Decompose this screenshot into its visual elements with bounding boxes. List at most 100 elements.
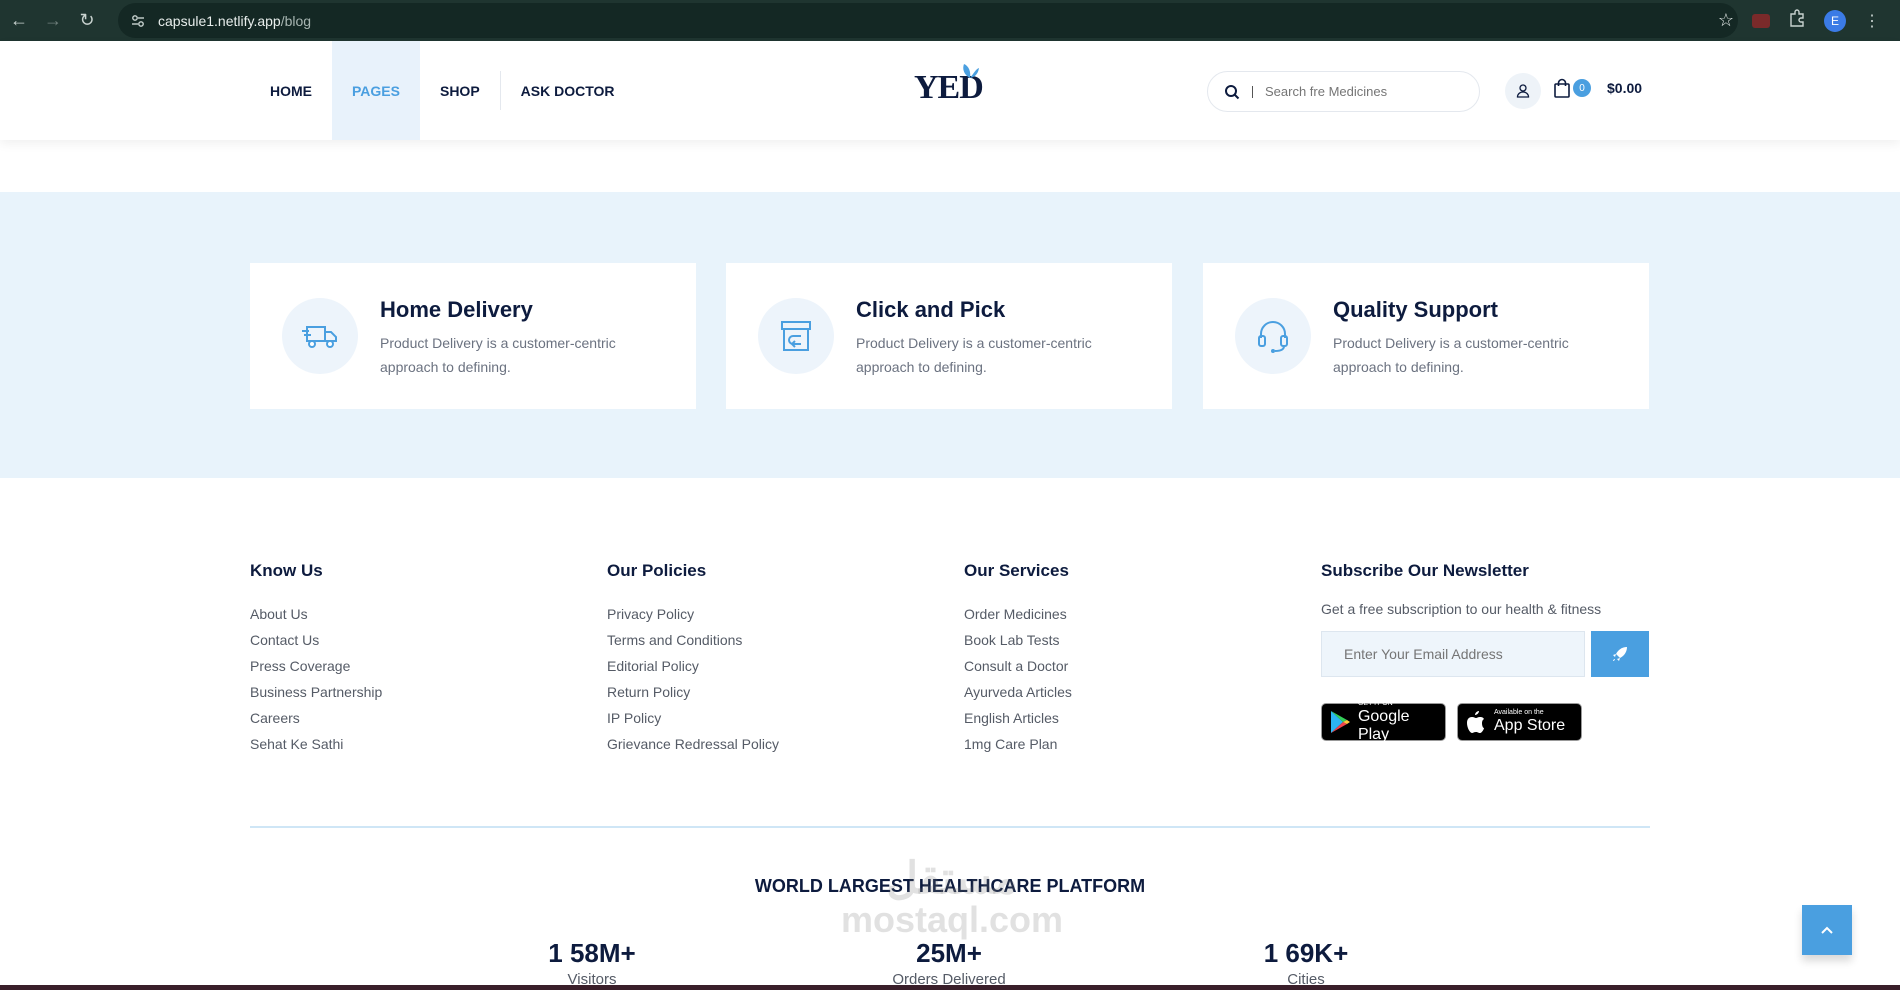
- stat-cities: 1 69K+ Cities: [1206, 938, 1406, 988]
- feature-title: Home Delivery: [380, 297, 533, 322]
- reload-icon[interactable]: ↻: [70, 4, 104, 38]
- cart-total: $0.00: [1607, 80, 1643, 96]
- scroll-to-top-button[interactable]: [1802, 905, 1852, 955]
- google-play-small-text: GET IT ON: [1357, 700, 1393, 707]
- feature-description: Product Delivery is a customer-centric a…: [856, 335, 1092, 375]
- footer-link-contact-us[interactable]: Contact Us: [250, 627, 382, 653]
- feature-card-click-and-pick: Click and Pick Product Delivery is a cus…: [726, 263, 1172, 409]
- rocket-icon: [1613, 647, 1627, 661]
- feature-description: Product Delivery is a customer-centric a…: [380, 335, 616, 375]
- footer-link-book-lab-tests[interactable]: Book Lab Tests: [964, 627, 1072, 653]
- profile-avatar[interactable]: E: [1824, 9, 1846, 32]
- google-play-icon: [1322, 710, 1358, 734]
- footer-link-grievance-policy[interactable]: Grievance Redressal Policy: [607, 731, 779, 757]
- browser-menu-icon[interactable]: ⋮: [1864, 11, 1880, 31]
- footer-divider: [250, 826, 1650, 828]
- nav-shop[interactable]: SHOP: [420, 41, 500, 140]
- cart-button[interactable]: 0 $0.00: [1553, 78, 1642, 98]
- features-section: Home Delivery Product Delivery is a cust…: [0, 192, 1900, 478]
- app-store-small-text: Available on the: [1494, 709, 1544, 716]
- footer-link-about-us[interactable]: About Us: [250, 601, 382, 627]
- headset-icon: [1258, 321, 1288, 353]
- feature-title: Click and Pick: [856, 297, 1006, 322]
- stat-number: 25M+: [916, 938, 982, 968]
- bottom-edge: [0, 985, 1900, 990]
- cart-count-badge: 0: [1573, 79, 1591, 97]
- site-logo[interactable]: YED: [914, 64, 984, 107]
- watermark-arabic: مستقل: [886, 854, 1018, 903]
- feature-card-home-delivery: Home Delivery Product Delivery is a cust…: [250, 263, 696, 409]
- feature-card-quality-support: Quality Support Product Delivery is a cu…: [1203, 263, 1649, 409]
- apple-icon: [1458, 710, 1494, 734]
- url-host: capsule1.netlify.app: [158, 12, 281, 29]
- footer-our-services: Our Services Order Medicines Book Lab Te…: [964, 561, 1072, 757]
- shopping-bag-icon: [1554, 78, 1570, 98]
- address-bar[interactable]: capsule1.netlify.app/blog: [118, 3, 1738, 38]
- browser-toolbar: ← → ↻ capsule1.netlify.app/blog ☆ E ⋮: [0, 0, 1900, 41]
- footer-column-title: Our Policies: [607, 561, 707, 580]
- site-settings-icon[interactable]: [124, 7, 152, 35]
- footer-link-editorial-policy[interactable]: Editorial Policy: [607, 653, 779, 679]
- app-store-badge[interactable]: Available on the App Store: [1457, 703, 1582, 741]
- feature-icon-circle: [758, 298, 834, 374]
- leaf-icon: [963, 64, 979, 78]
- google-play-big-text: Google Play: [1357, 708, 1410, 743]
- app-store-big-text: App Store: [1494, 717, 1566, 734]
- search-input[interactable]: [1265, 84, 1465, 99]
- watermark-latin: mostaql.com: [840, 899, 1064, 940]
- footer-know-us: Know Us About Us Contact Us Press Covera…: [250, 561, 382, 757]
- feature-title: Quality Support: [1333, 297, 1498, 322]
- footer-link-ayurveda-articles[interactable]: Ayurveda Articles: [964, 679, 1072, 705]
- url-path: /blog: [280, 12, 312, 29]
- footer-link-ip-policy[interactable]: IP Policy: [607, 705, 779, 731]
- main-nav: HOME PAGES SHOP ASK DOCTOR: [250, 41, 635, 140]
- footer-link-press-coverage[interactable]: Press Coverage: [250, 653, 382, 679]
- stat-orders: 25M+ Orders Delivered: [849, 938, 1049, 988]
- footer-column-title: Know Us: [250, 561, 323, 580]
- nav-home[interactable]: HOME: [250, 41, 332, 140]
- stat-visitors: 1 58M+ Visitors: [492, 938, 692, 988]
- return-box-icon: [781, 321, 811, 351]
- app-store-badges: GET IT ON Google Play Available on the A…: [1321, 700, 1649, 743]
- footer-column-title: Our Services: [964, 561, 1069, 580]
- feature-icon-circle: [282, 298, 358, 374]
- extensions-puzzle-icon[interactable]: [1788, 9, 1806, 32]
- bookmark-star-icon[interactable]: ☆: [1718, 10, 1734, 31]
- footer-link-care-plan[interactable]: 1mg Care Plan: [964, 731, 1072, 757]
- nav-ask-doctor[interactable]: ASK DOCTOR: [501, 41, 635, 140]
- url-text: capsule1.netlify.app/blog: [158, 13, 311, 29]
- feature-description: Product Delivery is a customer-centric a…: [1333, 335, 1569, 375]
- footer-link-privacy-policy[interactable]: Privacy Policy: [607, 601, 779, 627]
- newsletter-email-input[interactable]: [1321, 631, 1585, 677]
- footer-link-terms[interactable]: Terms and Conditions: [607, 627, 779, 653]
- footer-link-sehat-ke-sathi[interactable]: Sehat Ke Sathi: [250, 731, 382, 757]
- google-play-badge[interactable]: GET IT ON Google Play: [1321, 700, 1446, 743]
- watermark: مستقل mostaql.com: [832, 856, 1072, 938]
- nav-pages[interactable]: PAGES: [332, 41, 420, 140]
- back-icon[interactable]: ←: [2, 4, 36, 38]
- user-account-button[interactable]: [1505, 73, 1541, 109]
- search-icon[interactable]: [1224, 84, 1240, 100]
- stat-number: 1 58M+: [548, 938, 636, 968]
- footer-newsletter: Subscribe Our Newsletter Get a free subs…: [1321, 561, 1649, 743]
- search-separator: [1252, 85, 1253, 98]
- truck-icon: [302, 326, 337, 348]
- search-box: [1207, 71, 1480, 112]
- footer-link-consult-doctor[interactable]: Consult a Doctor: [964, 653, 1072, 679]
- forward-icon[interactable]: →: [36, 4, 70, 38]
- site-header: HOME PAGES SHOP ASK DOCTOR YED 0 $0.00: [0, 41, 1900, 140]
- footer-link-return-policy[interactable]: Return Policy: [607, 679, 779, 705]
- extension-avatar-icon[interactable]: [1752, 13, 1770, 28]
- feature-icon-circle: [1235, 298, 1311, 374]
- footer-link-careers[interactable]: Careers: [250, 705, 382, 731]
- footer-our-policies: Our Policies Privacy Policy Terms and Co…: [607, 561, 779, 757]
- footer-link-english-articles[interactable]: English Articles: [964, 705, 1072, 731]
- user-icon: [1516, 84, 1530, 98]
- footer-link-business-partnership[interactable]: Business Partnership: [250, 679, 382, 705]
- chevron-up-icon: [1821, 926, 1833, 934]
- footer-column-title: Subscribe Our Newsletter: [1321, 561, 1529, 580]
- stat-number: 1 69K+: [1263, 938, 1349, 968]
- newsletter-submit-button[interactable]: [1591, 631, 1649, 677]
- newsletter-text: Get a free subscription to our health & …: [1321, 601, 1602, 617]
- footer-link-order-medicines[interactable]: Order Medicines: [964, 601, 1072, 627]
